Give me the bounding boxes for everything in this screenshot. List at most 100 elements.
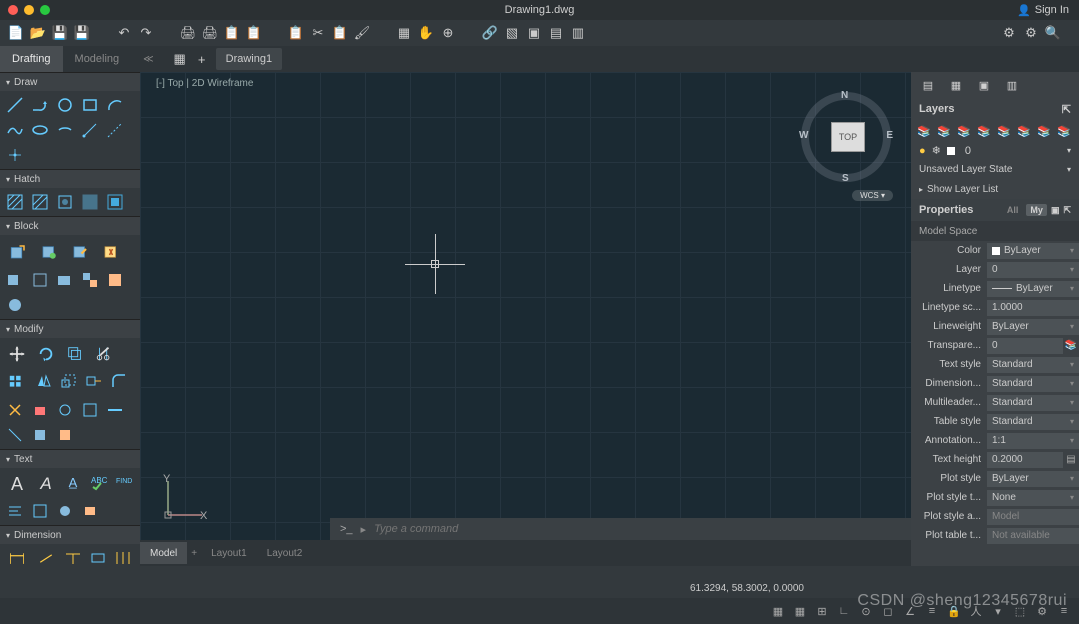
status-ws-icon[interactable]: ▾	[991, 604, 1005, 618]
modify-tool-b[interactable]	[80, 400, 100, 420]
rectangle-tool[interactable]	[80, 95, 100, 115]
palette-tab-3[interactable]: ▣	[977, 78, 991, 92]
ucs-icon[interactable]: X Y	[160, 473, 210, 526]
search-icon[interactable]: 🔍	[1045, 25, 1061, 41]
dim-tool-4[interactable]	[88, 548, 108, 566]
newdoc-icon[interactable]: +	[194, 51, 210, 67]
prop-value[interactable]: ByLayer	[987, 243, 1079, 259]
text-tool-8[interactable]	[55, 501, 75, 521]
cut-icon[interactable]: ✂	[310, 25, 326, 41]
compass-n[interactable]: N	[841, 90, 848, 101]
block-tool-7[interactable]	[55, 270, 75, 290]
offset-tool[interactable]	[63, 342, 87, 366]
modify-tool-f[interactable]	[55, 425, 75, 445]
new-icon[interactable]: 📄	[8, 25, 24, 41]
palette-tab-4[interactable]: ▥	[1005, 78, 1019, 92]
prop-value[interactable]: Standard	[987, 357, 1079, 373]
filter-my[interactable]: My	[1026, 204, 1047, 216]
status-grid-icon[interactable]: ▦	[793, 604, 807, 618]
match-icon[interactable]: 🖌	[354, 25, 370, 41]
line-tool[interactable]	[5, 95, 25, 115]
block-mgr-icon[interactable]: ▧	[504, 25, 520, 41]
ray-tool[interactable]	[80, 120, 100, 140]
insert-block-tool[interactable]	[5, 239, 31, 265]
text-align-tool[interactable]	[5, 501, 25, 521]
status-clean-icon[interactable]: ⚙	[1035, 604, 1049, 618]
compass-s[interactable]: S	[842, 173, 849, 184]
redo-icon[interactable]: ↷	[138, 25, 154, 41]
sheet-icon[interactable]: 📋	[246, 25, 262, 41]
tab-drafting[interactable]: Drafting	[0, 46, 63, 72]
layer-btn-5[interactable]: 📚	[997, 124, 1011, 138]
create-block-tool[interactable]	[36, 239, 62, 265]
aligned-dim-tool[interactable]	[34, 548, 58, 566]
hatch-tool[interactable]	[5, 192, 25, 212]
maximize-window-button[interactable]	[40, 5, 50, 15]
group-icon[interactable]: ▥	[570, 25, 586, 41]
status-anno-icon[interactable]: 🔒	[947, 604, 961, 618]
layer-state-dropdown[interactable]: Unsaved Layer State ▾	[911, 159, 1079, 179]
tab-collapse[interactable]: ≪	[131, 46, 165, 72]
status-lwt-icon[interactable]: ≡	[925, 604, 939, 618]
minimize-window-button[interactable]	[24, 5, 34, 15]
prop-value[interactable]: 0	[987, 262, 1079, 278]
publish-icon[interactable]: 📋	[224, 25, 240, 41]
tab-layout2[interactable]: Layout2	[257, 542, 313, 564]
block-tool-8[interactable]	[80, 270, 100, 290]
layer-btn-2[interactable]: 📚	[937, 124, 951, 138]
layer-btn-3[interactable]: 📚	[957, 124, 971, 138]
gradient-tool[interactable]	[30, 192, 50, 212]
trim-tool[interactable]	[92, 342, 116, 366]
stretch-tool[interactable]	[84, 371, 104, 391]
prop-value[interactable]: 0.2000	[987, 452, 1063, 468]
command-line[interactable]: >_ ▸	[330, 518, 911, 540]
layer-btn-7[interactable]: 📚	[1037, 124, 1051, 138]
transparency-picker-icon[interactable]: 📚	[1063, 340, 1079, 351]
edit-block-tool[interactable]	[67, 239, 93, 265]
copy-icon[interactable]: 📋	[288, 25, 304, 41]
paste-icon[interactable]: 📋	[332, 25, 348, 41]
doc-tab[interactable]: Drawing1	[216, 48, 282, 70]
xref-icon[interactable]: 🔗	[482, 25, 498, 41]
tab-model[interactable]: Model	[140, 542, 187, 564]
layer-btn-8[interactable]: 📚	[1057, 124, 1071, 138]
compass-e[interactable]: E	[886, 130, 893, 141]
insert-icon[interactable]: ▣	[526, 25, 542, 41]
status-custom-icon[interactable]: ≡	[1057, 604, 1071, 618]
tile-icon[interactable]: ▦	[172, 51, 188, 67]
prop-value[interactable]: ByLayer	[987, 471, 1079, 487]
compass-w[interactable]: W	[799, 130, 808, 141]
block-tool-10[interactable]	[5, 295, 25, 315]
move-tool[interactable]	[5, 342, 29, 366]
layer-icon[interactable]: ▦	[396, 25, 412, 41]
props-btn-1[interactable]: ▣	[1051, 205, 1060, 216]
text-height-picker-icon[interactable]: ▤	[1063, 454, 1079, 465]
text-tool-7[interactable]	[30, 501, 50, 521]
print-icon[interactable]: 🖨	[180, 25, 196, 41]
modify-tool-a[interactable]	[55, 400, 75, 420]
layer-btn-6[interactable]: 📚	[1017, 124, 1031, 138]
status-polar-icon[interactable]: ⊙	[859, 604, 873, 618]
array-tool[interactable]	[5, 371, 29, 395]
ellipse-tool[interactable]	[30, 120, 50, 140]
status-model-icon[interactable]: ▦	[771, 604, 785, 618]
modify-tool-e[interactable]	[30, 425, 50, 445]
block-attr-tool[interactable]	[98, 239, 124, 265]
section-block[interactable]: Block	[0, 217, 140, 235]
layer-btn-4[interactable]: 📚	[977, 124, 991, 138]
block-tool-5[interactable]	[5, 270, 25, 290]
prop-value[interactable]: Standard	[987, 395, 1079, 411]
block-tool-6[interactable]	[30, 270, 50, 290]
circle-tool[interactable]	[55, 95, 75, 115]
prop-value[interactable]: ByLayer	[987, 281, 1079, 297]
find-tool[interactable]: FIND	[113, 472, 133, 492]
block-tool-9[interactable]	[105, 270, 125, 290]
layers-popout-icon[interactable]: ⇱	[1062, 103, 1071, 116]
linear-dim-tool[interactable]	[5, 548, 29, 566]
saveas-icon[interactable]: 💾	[74, 25, 90, 41]
viewcube-top[interactable]: TOP	[831, 122, 865, 152]
ref-icon[interactable]: ▤	[548, 25, 564, 41]
region-tool[interactable]	[80, 192, 100, 212]
modify-tool-c[interactable]	[105, 400, 125, 420]
section-modify[interactable]: Modify	[0, 320, 140, 338]
